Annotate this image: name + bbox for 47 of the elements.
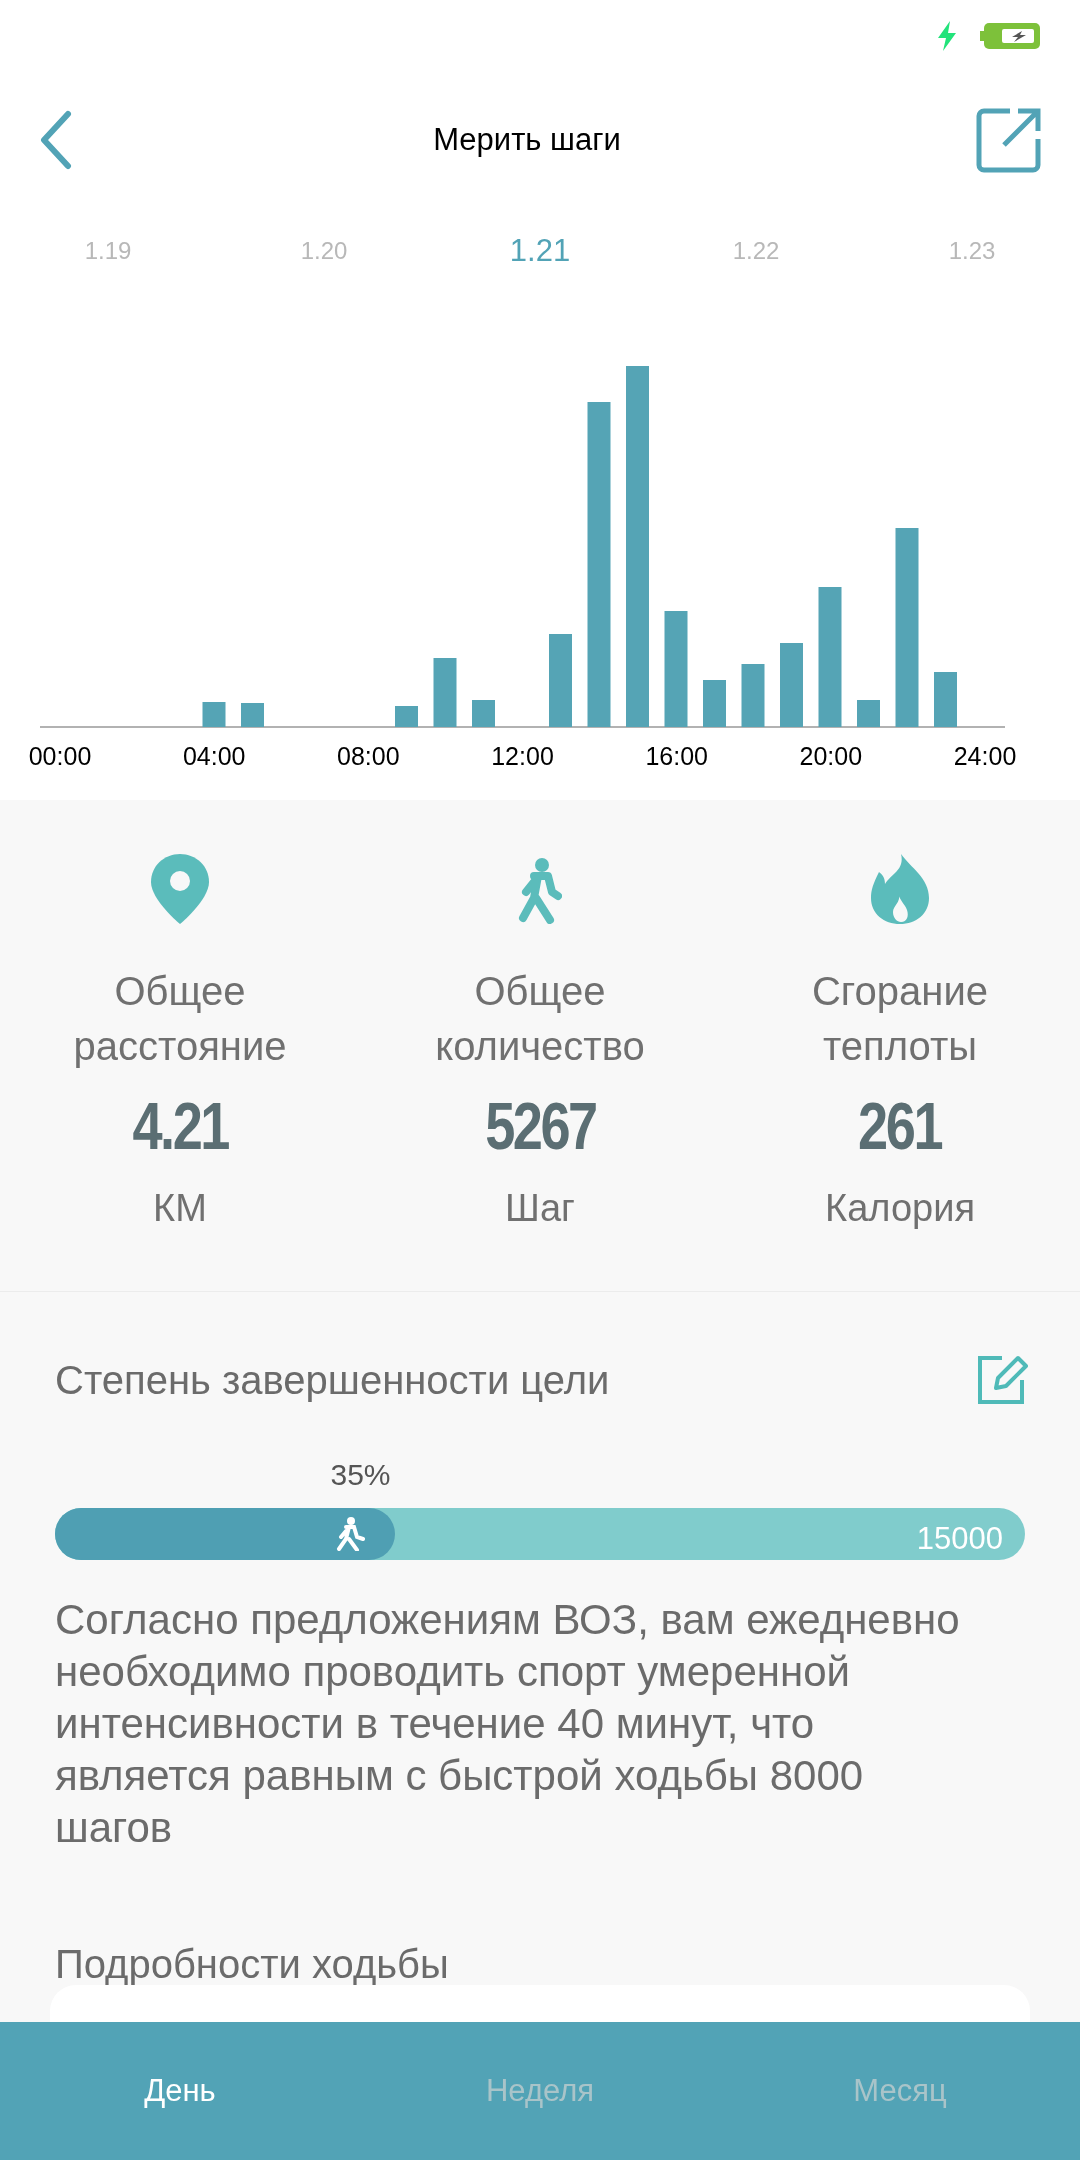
goal-value: 15000 bbox=[916, 1520, 1003, 1558]
axis-label: 24:00 bbox=[953, 741, 1017, 772]
chart-bar bbox=[741, 664, 765, 727]
chart-bar bbox=[202, 702, 226, 727]
stat-unit: Шаг bbox=[505, 1186, 575, 1231]
location-pin-icon bbox=[151, 854, 209, 924]
stat-value: 5267 bbox=[484, 1088, 596, 1165]
walking-person-icon bbox=[518, 858, 562, 924]
axis-label: 20:00 bbox=[799, 741, 863, 772]
flame-icon bbox=[871, 854, 929, 924]
axis-label: 08:00 bbox=[337, 741, 400, 772]
charging-icon bbox=[936, 21, 958, 51]
chart-bar bbox=[703, 680, 726, 727]
recommendation-text: Согласно предложениям ВОЗ, вам ежедневно необходимо проводить спорт умеренной интенсивности в течение 40 минут, что является равным с быстрой ходьбы 8000 шагов bbox=[55, 1595, 961, 1853]
period-tab[interactable]: День bbox=[0, 2067, 360, 2115]
date-tab[interactable]: 1.22 bbox=[648, 233, 864, 269]
chart-bar bbox=[433, 658, 457, 727]
axis-label: 00:00 bbox=[28, 741, 92, 772]
chart-bar bbox=[241, 703, 264, 727]
section-title: Подробности ходьбы bbox=[55, 1941, 450, 1988]
stat-label: Общее расстояние bbox=[72, 968, 288, 1070]
share-button[interactable] bbox=[976, 107, 1042, 173]
date-tab[interactable]: 1.20 bbox=[216, 233, 432, 269]
date-tab[interactable]: 1.19 bbox=[0, 233, 216, 269]
stat-value: 261 bbox=[858, 1088, 942, 1165]
battery-icon bbox=[980, 23, 1040, 49]
axis-label: 12:00 bbox=[491, 741, 554, 772]
stat-unit: КМ bbox=[153, 1186, 207, 1231]
chart-bar bbox=[857, 700, 880, 727]
percent-label: 35% bbox=[330, 1457, 391, 1493]
stat-label: Сгорание теплоты bbox=[811, 968, 989, 1070]
walking-person-icon bbox=[334, 1517, 365, 1551]
stat-value: 4.21 bbox=[132, 1088, 228, 1165]
axis-label: 04:00 bbox=[182, 741, 246, 772]
period-tab[interactable]: Неделя bbox=[360, 2067, 720, 2115]
chart-bar bbox=[395, 706, 418, 727]
chart-bar bbox=[472, 700, 495, 727]
date-tab[interactable]: 1.23 bbox=[864, 233, 1080, 269]
screen-title: Мерить шаги bbox=[433, 120, 621, 159]
axis-label: 16:00 bbox=[645, 741, 708, 772]
chart-bar bbox=[934, 672, 957, 727]
stat-unit: Калория bbox=[825, 1186, 975, 1231]
stat-label: Общее количество bbox=[434, 968, 646, 1070]
period-tab[interactable]: Месяц bbox=[720, 2067, 1080, 2115]
date-tab[interactable]: 1.21 bbox=[432, 227, 648, 275]
edit-button[interactable] bbox=[976, 1354, 1028, 1406]
section-title: Степень завершенности цели bbox=[55, 1357, 610, 1404]
